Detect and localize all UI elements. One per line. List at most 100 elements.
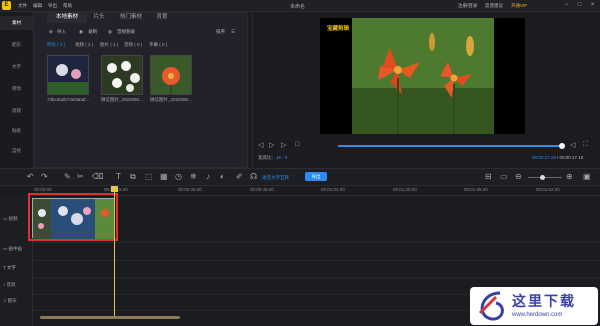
- track-divider: [33, 260, 600, 261]
- zoom-out-icon[interactable]: ⊖: [515, 172, 522, 181]
- paint-icon[interactable]: ✐: [236, 172, 243, 181]
- zoom-slider-knob[interactable]: [540, 175, 545, 180]
- track-label-text: 音效: [6, 282, 16, 287]
- zoom-slider[interactable]: [528, 177, 562, 178]
- rail-item-material[interactable]: 素材: [0, 16, 33, 30]
- track-label-pip: ▭ 画中画: [3, 246, 23, 251]
- video-preview[interactable]: [320, 18, 525, 134]
- tab-hot[interactable]: 热门素材: [114, 12, 148, 23]
- crop-icon[interactable]: ⧉: [130, 172, 136, 182]
- media-file-name: 73bc3a2b73e0abaf...: [47, 97, 90, 102]
- aspect-ratio-value[interactable]: 16 : 9: [276, 155, 287, 160]
- export-button[interactable]: 导出: [305, 172, 327, 181]
- mic-button[interactable]: 音视频录: [117, 29, 135, 35]
- import-button[interactable]: 导入: [57, 29, 66, 35]
- login-link[interactable]: 注册/登录: [458, 3, 477, 9]
- feedback-link[interactable]: 反馈建议: [485, 3, 503, 9]
- fit-timeline-icon[interactable]: ▣: [583, 172, 591, 181]
- rail-item-filter[interactable]: 滤镜: [0, 104, 33, 118]
- edit-icon[interactable]: ✎: [64, 172, 71, 181]
- zoom-in-icon[interactable]: ⊕: [566, 172, 573, 181]
- rail-item-draw[interactable]: 自绘: [0, 144, 33, 158]
- tab-background[interactable]: 背景: [151, 12, 173, 23]
- ruler-tick: 00:01:52.00: [536, 187, 560, 192]
- media-file-name: 微信图片_2022050...: [150, 97, 192, 102]
- ruler-tick: 00:01:04.00: [321, 187, 345, 192]
- delete-icon[interactable]: ⌫: [92, 172, 103, 181]
- tab-intro[interactable]: 片头: [88, 12, 110, 23]
- media-thumb-1[interactable]: [47, 55, 89, 95]
- snapshot-icon[interactable]: ⊟: [485, 172, 492, 181]
- project-title: 未命名: [290, 4, 306, 10]
- filter-subtitle[interactable]: 字幕 ( 0 ): [149, 42, 167, 48]
- track-label-text: 文字: [6, 265, 16, 270]
- app-logo-icon: E: [2, 1, 11, 10]
- volume-icon[interactable]: ◁: [570, 141, 575, 149]
- rail-item-music[interactable]: 配乐: [0, 38, 33, 52]
- undo-icon[interactable]: ↶: [27, 172, 34, 181]
- media-file-name: 微信图片_2022050...: [101, 97, 143, 102]
- stop-icon[interactable]: □: [295, 141, 299, 148]
- import-icon[interactable]: ⊕: [49, 29, 53, 35]
- speed-icon[interactable]: ◷: [175, 172, 182, 181]
- text-icon[interactable]: T: [116, 172, 121, 181]
- site-watermark-name: 这里下载: [512, 293, 576, 309]
- tab-local[interactable]: 本地素材: [47, 12, 87, 23]
- ruler-tick: 00:01:20.00: [393, 187, 417, 192]
- time-display: 00:00:17.18 / 00:00:17.18: [532, 155, 583, 160]
- playhead-handle[interactable]: [111, 186, 118, 192]
- record-icon[interactable]: ◉: [79, 29, 83, 35]
- minimize-icon[interactable]: −: [563, 2, 570, 9]
- close-icon[interactable]: ×: [589, 2, 596, 9]
- track-divider: [33, 242, 600, 243]
- filter-video[interactable]: 视频 ( 2 ): [75, 42, 93, 48]
- prev-frame-icon[interactable]: ◁: [258, 141, 263, 149]
- play-icon[interactable]: ▷: [269, 141, 274, 149]
- timeline-scrollbar[interactable]: [40, 316, 180, 319]
- speech-to-text-button[interactable]: 语音文字互转: [262, 175, 289, 181]
- site-watermark-url: www.herdown.com: [512, 312, 563, 318]
- media-thumb-2[interactable]: [101, 55, 143, 95]
- playhead[interactable]: [114, 186, 115, 316]
- screen-icon[interactable]: ▭: [500, 172, 508, 181]
- media-thumb-3[interactable]: [150, 55, 192, 95]
- record-button[interactable]: 录制: [88, 29, 97, 35]
- maximize-icon[interactable]: □: [576, 2, 583, 9]
- filter-all[interactable]: 所有 ( 3 ): [47, 42, 65, 48]
- fullscreen-icon[interactable]: ⛶: [583, 141, 588, 149]
- split-icon[interactable]: ✂: [77, 172, 84, 181]
- sort-button[interactable]: 排序: [216, 29, 225, 35]
- freeze-icon[interactable]: ❄: [190, 172, 197, 181]
- menu-file[interactable]: 文件: [18, 3, 27, 9]
- ruler-tick: 00:00:00: [34, 187, 52, 192]
- preview-progress-bar[interactable]: [338, 145, 563, 147]
- mic-record-icon[interactable]: ♪: [206, 172, 210, 181]
- filter-image[interactable]: 图片 ( 1 ): [100, 42, 118, 48]
- redo-icon[interactable]: ↷: [41, 172, 48, 181]
- speech-text-icon[interactable]: ☊: [250, 172, 257, 181]
- rail-item-sticker[interactable]: 贴纸: [0, 124, 33, 138]
- filter-audio[interactable]: 音频 ( 0 ): [124, 42, 142, 48]
- color-icon[interactable]: ◐: [220, 172, 225, 181]
- aspect-ratio[interactable]: 宽高比：16 : 9: [258, 155, 287, 161]
- edit-toolbar: [0, 168, 600, 186]
- site-logo-icon: [478, 291, 504, 321]
- rail-item-transition[interactable]: 转场: [0, 82, 33, 96]
- track-label-sfx: ♪ 音效: [3, 282, 16, 287]
- progress-handle[interactable]: [559, 143, 565, 149]
- mic-icon[interactable]: ◍: [108, 29, 112, 35]
- menu-help[interactable]: 帮助: [63, 3, 72, 9]
- clip-highlight: [28, 193, 118, 241]
- track-label-text: 配乐: [7, 298, 17, 303]
- mosaic-icon[interactable]: ▦: [160, 172, 168, 181]
- menu-export[interactable]: 导出: [48, 3, 57, 9]
- next-frame-icon[interactable]: ▷: [281, 141, 286, 149]
- aspect-ratio-label: 宽高比：: [258, 155, 276, 160]
- rail-item-text[interactable]: 文字: [0, 60, 33, 74]
- fit-icon[interactable]: ⬚: [145, 172, 153, 181]
- track-label-text: 视频: [8, 216, 18, 221]
- current-time: 00:00:17.18: [532, 155, 556, 160]
- menu-edit[interactable]: 编辑: [33, 3, 42, 9]
- sort-icon[interactable]: ☰: [231, 29, 235, 35]
- vip-link[interactable]: 开通VIP: [511, 3, 527, 9]
